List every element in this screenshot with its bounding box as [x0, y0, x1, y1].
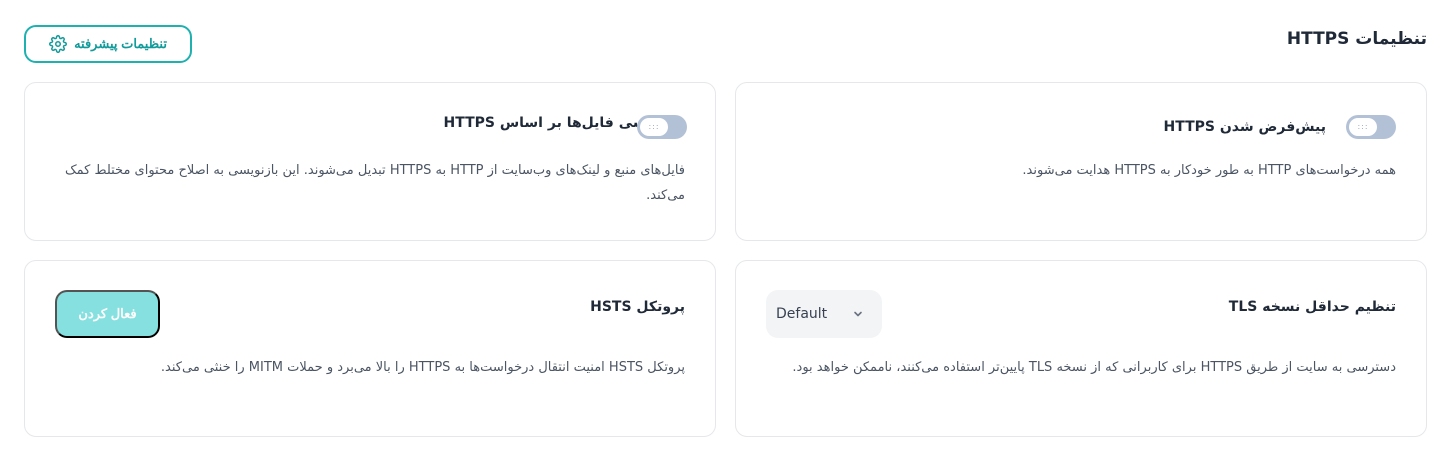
- advanced-settings-button[interactable]: تنظیمات پیشرفته: [24, 25, 192, 63]
- hsts-header: پروتکل HSTS: [590, 299, 685, 315]
- default-https-title: پیش‌فرض شدن HTTPS: [1163, 119, 1326, 135]
- tls-min-title: تنظیم حداقل نسخه TLS: [1228, 299, 1396, 315]
- tls-version-select[interactable]: Default: [766, 290, 882, 338]
- hsts-title: پروتکل HSTS: [590, 299, 685, 315]
- toggle-knob: :::: [1349, 118, 1377, 136]
- rewrite-https-toggle[interactable]: :::: [637, 115, 687, 139]
- hsts-activate-label: فعال کردن: [78, 306, 137, 321]
- tls-version-value: Default: [776, 306, 828, 322]
- rewrite-https-card: بازنویسی فایل‌ها بر اساس HTTPS ::: فایل‌…: [24, 82, 716, 241]
- default-https-header: ::: پیش‌فرض شدن HTTPS: [1163, 115, 1396, 139]
- tls-min-description: دسترسی به سایت از طریق HTTPS برای کاربرا…: [792, 360, 1396, 375]
- default-https-description: همه درخواست‌های HTTP به طور خودکار به HT…: [1022, 163, 1396, 178]
- page-title: تنظیمات HTTPS: [1286, 29, 1427, 49]
- rewrite-https-description: فایل‌های منبع و لینک‌های وب‌سایت از HTTP…: [65, 163, 685, 203]
- default-https-card: ::: پیش‌فرض شدن HTTPS همه درخواست‌های HT…: [735, 82, 1427, 241]
- tls-min-card: تنظیم حداقل نسخه TLS Default دسترسی به س…: [735, 260, 1427, 437]
- tls-min-header: تنظیم حداقل نسخه TLS: [1229, 299, 1396, 315]
- hsts-card: پروتکل HSTS فعال کردن پروتکل HSTS امنیت …: [24, 260, 716, 437]
- gear-icon: [49, 35, 67, 53]
- hsts-description: پروتکل HSTS امنیت انتقال درخواست‌ها به H…: [160, 360, 685, 375]
- advanced-settings-label: تنظیمات پیشرفته: [74, 36, 167, 51]
- hsts-activate-button[interactable]: فعال کردن: [55, 290, 160, 338]
- default-https-toggle[interactable]: :::: [1346, 115, 1396, 139]
- toggle-knob: :::: [640, 118, 668, 136]
- chevron-down-icon: [852, 308, 864, 320]
